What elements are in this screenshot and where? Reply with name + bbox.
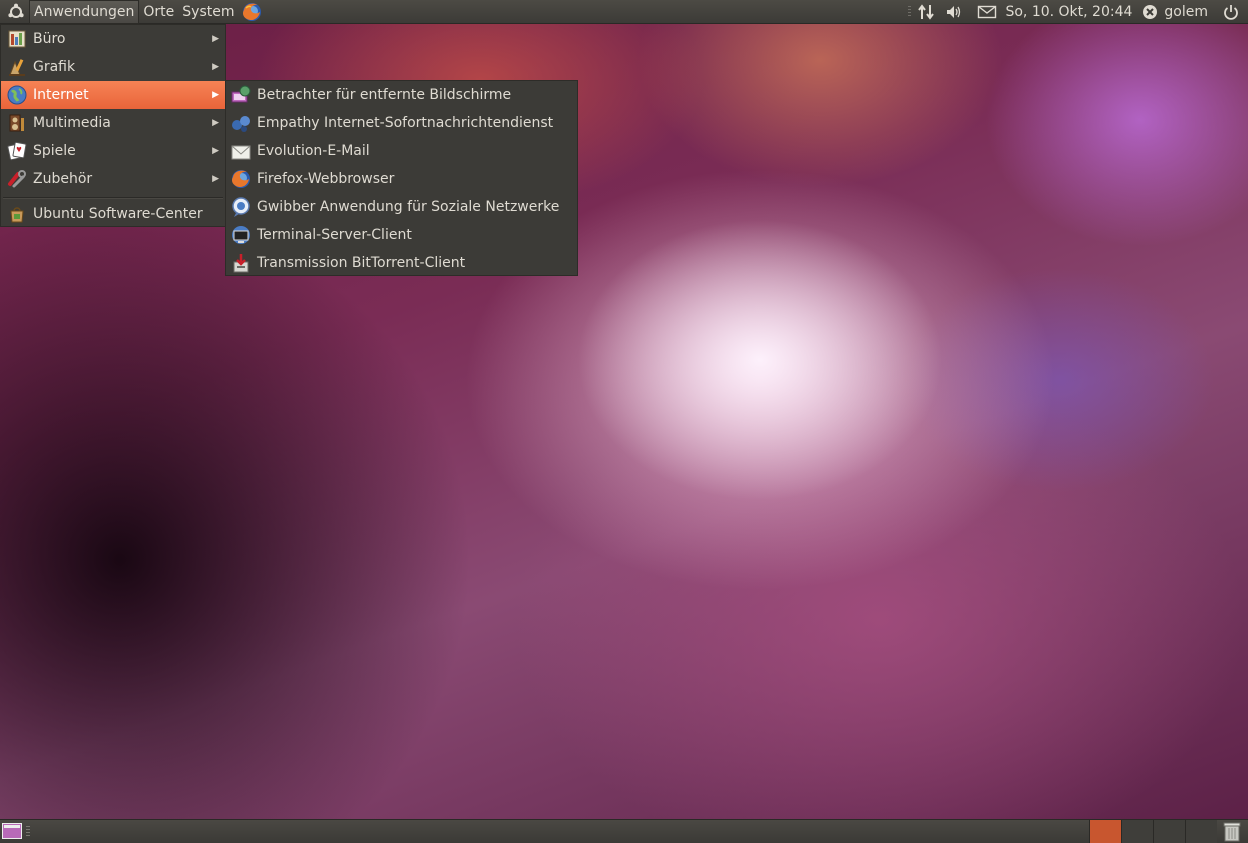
applications-menu: Büro ▶ Grafik ▶ Internet ▶ Multimedia ▶ [0, 24, 226, 227]
workspace-switcher [1089, 820, 1217, 843]
clock[interactable]: So, 10. Okt, 20:44 [1005, 4, 1132, 20]
submenu-item-terminal-server[interactable]: Terminal-Server-Client [226, 221, 577, 249]
menu-orte[interactable]: Orte [139, 0, 178, 24]
submenu-arrow-icon: ▶ [212, 34, 219, 44]
submenu-item-transmission[interactable]: Transmission BitTorrent-Client [226, 249, 577, 277]
internet-globe-icon [7, 85, 27, 105]
office-icon [8, 30, 26, 48]
panel-grip[interactable] [26, 826, 30, 836]
submenu-item-evolution[interactable]: Evolution-E-Mail [226, 137, 577, 165]
menu-item-label: Büro [33, 31, 66, 47]
user-name: golem [1164, 4, 1208, 20]
evolution-mail-icon [231, 145, 251, 160]
menu-item-label: Ubuntu Software-Center [33, 206, 203, 222]
menu-item-buero[interactable]: Büro ▶ [1, 25, 225, 53]
games-cards-icon [7, 141, 27, 161]
submenu-arrow-icon: ▶ [212, 90, 219, 100]
power-icon[interactable] [1222, 3, 1240, 21]
submenu-item-label: Evolution-E-Mail [257, 143, 370, 159]
submenu-item-label: Terminal-Server-Client [257, 227, 412, 243]
submenu-item-label: Betrachter für entfernte Bildschirme [257, 87, 512, 103]
menu-item-spiele[interactable]: Spiele ▶ [1, 137, 225, 165]
gwibber-icon [232, 197, 250, 217]
volume-icon[interactable] [945, 3, 963, 21]
show-desktop-icon[interactable] [2, 823, 22, 839]
mail-envelope-icon[interactable] [977, 3, 997, 21]
submenu-arrow-icon: ▶ [212, 118, 219, 128]
menu-item-label: Multimedia [33, 115, 111, 131]
menu-item-label: Zubehör [33, 171, 93, 187]
menu-item-grafik[interactable]: Grafik ▶ [1, 53, 225, 81]
submenu-arrow-icon: ▶ [212, 62, 219, 72]
remote-desktop-icon [231, 85, 251, 103]
menu-anwendungen[interactable]: Anwendungen [29, 0, 140, 24]
terminal-server-icon [232, 226, 250, 244]
ubuntu-logo-icon[interactable] [7, 3, 25, 21]
workspace-3[interactable] [1153, 820, 1185, 843]
submenu-item-remote-viewer[interactable]: Betrachter für entfernte Bildschirme [226, 81, 577, 109]
menu-item-label: Spiele [33, 143, 76, 159]
user-status-icon [1143, 5, 1158, 19]
submenu-item-label: Firefox-Webbrowser [257, 171, 395, 187]
user-menu[interactable]: golem [1142, 4, 1208, 20]
accessories-icon [8, 170, 26, 188]
menu-item-internet[interactable]: Internet ▶ [1, 81, 225, 109]
workspace-1[interactable] [1089, 820, 1121, 843]
menu-item-software-center[interactable]: Ubuntu Software-Center [1, 200, 225, 228]
internet-submenu: Betrachter für entfernte Bildschirme Emp… [225, 80, 578, 276]
firefox-icon [232, 170, 250, 188]
trash-icon[interactable] [1222, 821, 1242, 842]
menu-separator [3, 197, 223, 199]
submenu-item-empathy[interactable]: Empathy Internet-Sofortnachrichtendienst [226, 109, 577, 137]
network-arrows-icon[interactable] [917, 3, 935, 21]
submenu-item-label: Empathy Internet-Sofortnachrichtendienst [257, 115, 554, 131]
system-tray: So, 10. Okt, 20:44 golem [908, 0, 1248, 24]
bottom-panel [0, 819, 1248, 843]
software-center-icon [10, 207, 24, 223]
transmission-icon [233, 254, 249, 273]
firefox-launcher-icon[interactable] [241, 1, 263, 23]
graphics-icon [9, 59, 25, 76]
menu-system[interactable]: System [178, 0, 238, 24]
submenu-item-label: Gwibber Anwendung für Soziale Netzwerke [257, 199, 560, 215]
submenu-item-label: Transmission BitTorrent-Client [257, 255, 466, 271]
submenu-arrow-icon: ▶ [212, 174, 219, 184]
top-panel: Anwendungen Orte System So, 10. Okt, 20:… [0, 0, 1248, 24]
submenu-item-firefox[interactable]: Firefox-Webbrowser [226, 165, 577, 193]
empathy-icon [232, 116, 250, 132]
menu-item-label: Internet [33, 87, 89, 103]
menu-item-multimedia[interactable]: Multimedia ▶ [1, 109, 225, 137]
workspace-2[interactable] [1121, 820, 1153, 843]
menu-item-label: Grafik [33, 59, 76, 75]
submenu-arrow-icon: ▶ [212, 146, 219, 156]
submenu-item-gwibber[interactable]: Gwibber Anwendung für Soziale Netzwerke [226, 193, 577, 221]
menu-item-zubehoer[interactable]: Zubehör ▶ [1, 165, 225, 193]
workspace-4[interactable] [1185, 820, 1217, 843]
tray-grip [908, 6, 912, 18]
multimedia-icon [9, 114, 24, 132]
